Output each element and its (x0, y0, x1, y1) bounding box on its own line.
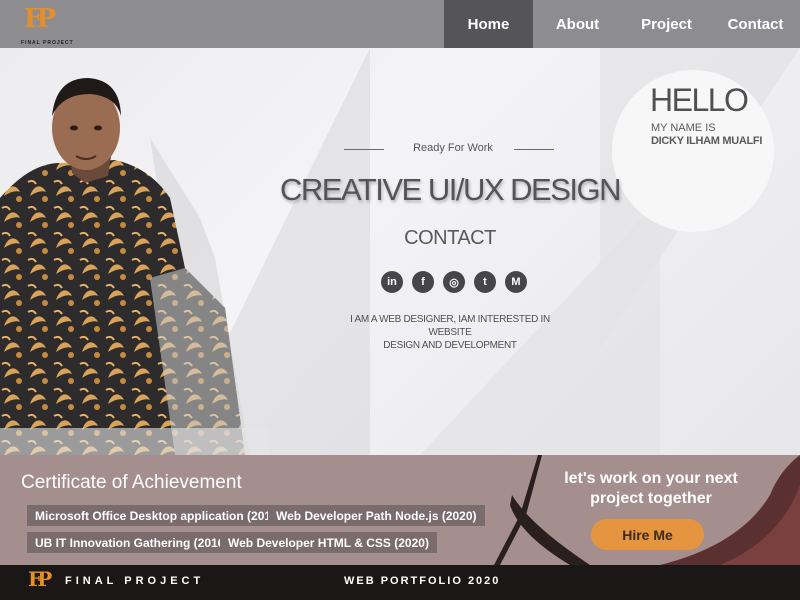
profile-photo (0, 78, 270, 455)
certificate-section: Certificate of Achievement Microsoft Off… (0, 455, 800, 565)
footer-title: FINAL PROJECT (65, 575, 205, 587)
nav-project[interactable]: Project (622, 0, 711, 48)
footer-subtitle: WEB PORTFOLIO 2020 (344, 575, 501, 587)
main-nav: Home About Project Contact (444, 0, 800, 48)
top-navbar: FP FINAL PROJECT Home About Project Cont… (0, 0, 800, 48)
twitter-icon[interactable]: t (474, 271, 496, 293)
cta-line: project together (590, 490, 712, 507)
certificate-chip: Microsoft Office Desktop application (20… (27, 505, 290, 526)
divider-line (344, 149, 384, 150)
cta-line: let's work on your next (564, 470, 738, 487)
divider-line (514, 149, 554, 150)
facebook-icon[interactable]: f (412, 271, 434, 293)
nav-contact[interactable]: Contact (711, 0, 800, 48)
owner-name: DICKY ILHAM MUALFI (651, 135, 763, 147)
email-icon[interactable]: M (505, 271, 527, 293)
footer-logo[interactable]: FP (28, 567, 52, 591)
nav-home[interactable]: Home (444, 0, 533, 48)
cta-text: let's work on your next project together (553, 469, 749, 509)
hire-me-button[interactable]: Hire Me (591, 519, 704, 550)
tagline: Ready For Work (413, 142, 493, 154)
certificate-chip: Web Developer HTML & CSS (2020) (220, 532, 437, 553)
footer: FP FINAL PROJECT WEB PORTFOLIO 2020 (0, 565, 800, 600)
certificate-chip: UB IT Innovation Gathering (2016) (27, 532, 237, 553)
contact-heading: CONTACT (404, 227, 496, 249)
bio-line: I AM A WEB DESIGNER, IAM INTERESTED IN W… (350, 314, 550, 338)
hello-heading: HELLO (650, 82, 749, 118)
certificate-chip: Web Developer Path Node.js (2020) (268, 505, 485, 526)
instagram-icon[interactable]: ◎ (443, 271, 465, 293)
logo-text: FINAL PROJECT (21, 40, 74, 46)
logo-mark: FP (24, 4, 56, 34)
linkedin-icon[interactable]: in (381, 271, 403, 293)
certificate-title: Certificate of Achievement (21, 472, 242, 493)
nav-about[interactable]: About (533, 0, 622, 48)
headline: CREATIVE UI/UX DESIGN (280, 172, 622, 207)
bio-text: I AM A WEB DESIGNER, IAM INTERESTED IN W… (330, 313, 570, 352)
my-name-is: MY NAME IS (651, 122, 716, 134)
bio-line: DESIGN AND DEVELOPMENT (383, 340, 517, 351)
social-links: in f ◎ t M (381, 271, 527, 293)
hero-section: HELLO MY NAME IS DICKY ILHAM MUALFI Read… (0, 48, 800, 455)
site-logo[interactable]: FP FINAL PROJECT (18, 4, 73, 46)
